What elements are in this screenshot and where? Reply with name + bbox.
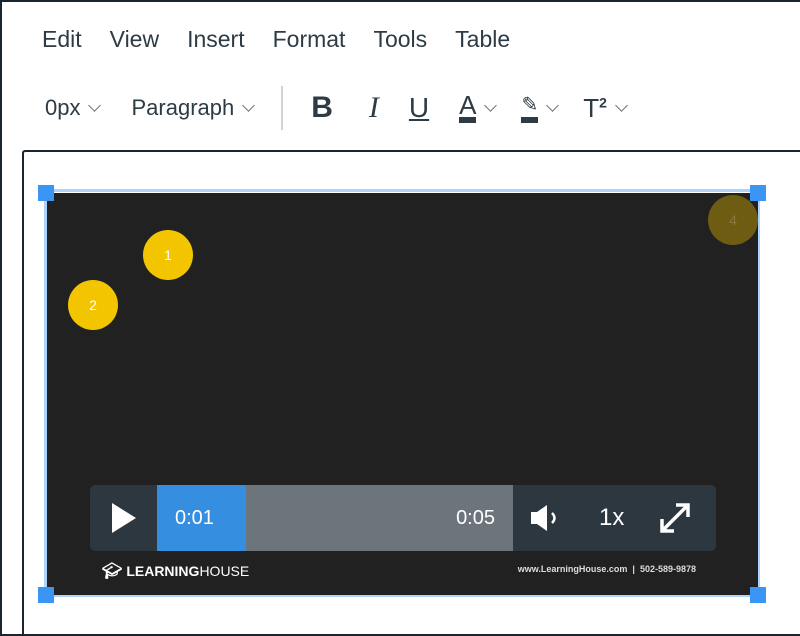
highlighter-icon: ✎: [521, 93, 539, 123]
fullscreen-icon: [660, 503, 691, 533]
contact-info: www.LearningHouse.com | 502-589-9878: [517, 564, 696, 574]
progress-played: 0:01: [157, 485, 246, 551]
chevron-down-icon: [484, 98, 498, 112]
resize-handle-bottom-left[interactable]: [38, 587, 54, 603]
bold-button[interactable]: B: [311, 91, 333, 125]
menu-table[interactable]: Table: [455, 26, 510, 53]
menu-view[interactable]: View: [110, 26, 159, 53]
block-format-select[interactable]: Paragraph: [131, 95, 256, 121]
italic-button[interactable]: I: [369, 91, 379, 125]
superscript-mark: 2: [599, 93, 607, 110]
text-color-button[interactable]: A: [459, 92, 498, 123]
speed-value: 1x: [599, 504, 625, 531]
marker-4[interactable]: 4: [708, 195, 758, 245]
marker-label: 2: [89, 297, 97, 313]
menu-tools[interactable]: Tools: [373, 26, 427, 53]
marker-1[interactable]: 1: [143, 230, 193, 280]
video-controls: 0:01 0:05 1x: [90, 485, 716, 551]
superscript-icon: T2: [583, 93, 607, 124]
chevron-down-icon: [242, 98, 256, 112]
resize-handle-bottom-right[interactable]: [750, 587, 766, 603]
superscript-letter: T: [583, 92, 600, 123]
play-icon: [111, 503, 136, 533]
resize-handle-top-right[interactable]: [750, 185, 766, 201]
volume-button[interactable]: [529, 485, 565, 551]
underline-icon: U: [408, 92, 430, 123]
logo-text: HOUSE: [199, 563, 250, 579]
logo-text-bold: LEARNING: [126, 563, 200, 579]
volume-icon: [531, 505, 556, 531]
learninghouse-logo: 🎓︎ LEARNING HOUSE: [102, 561, 249, 581]
speed-button[interactable]: 1x: [599, 485, 624, 551]
block-format-value: Paragraph: [131, 95, 235, 120]
marker-2[interactable]: 2: [68, 280, 118, 330]
fullscreen-button[interactable]: [658, 485, 692, 551]
marker-label: 1: [164, 247, 172, 263]
bold-icon: B: [311, 91, 333, 124]
duration: 0:05: [456, 506, 495, 529]
italic-icon: I: [368, 91, 379, 124]
current-time: 0:01: [175, 506, 214, 529]
progress-bar[interactable]: 0:01 0:05: [157, 485, 513, 551]
chevron-down-icon: [88, 98, 102, 112]
video-player[interactable]: 1 2 4 0:01 0:05 1x 🎓︎ LEARNING HOUSE www.L…: [47, 193, 758, 595]
resize-handle-top-left[interactable]: [38, 185, 54, 201]
text-color-icon: A: [459, 92, 477, 123]
menu-bar: Edit View Insert Format Tools Table: [42, 26, 538, 53]
superscript-button[interactable]: T2: [583, 93, 628, 124]
underline-button[interactable]: U: [409, 92, 429, 124]
marker-label: 4: [729, 212, 737, 228]
menu-format[interactable]: Format: [273, 26, 346, 53]
menu-insert[interactable]: Insert: [187, 26, 245, 53]
graduation-cap-icon: 🎓︎: [102, 563, 123, 580]
toolbar: 0px Paragraph B I U A ✎ T2: [45, 86, 628, 130]
play-button[interactable]: [90, 485, 157, 551]
menu-edit[interactable]: Edit: [42, 26, 82, 53]
highlight-color-button[interactable]: ✎: [521, 93, 560, 123]
font-size-select[interactable]: 0px: [45, 95, 102, 121]
font-size-value: 0px: [45, 95, 81, 120]
progress-remaining: 0:05: [246, 485, 513, 551]
chevron-down-icon: [546, 98, 560, 112]
toolbar-divider: [281, 86, 284, 130]
chevron-down-icon: [615, 98, 628, 112]
